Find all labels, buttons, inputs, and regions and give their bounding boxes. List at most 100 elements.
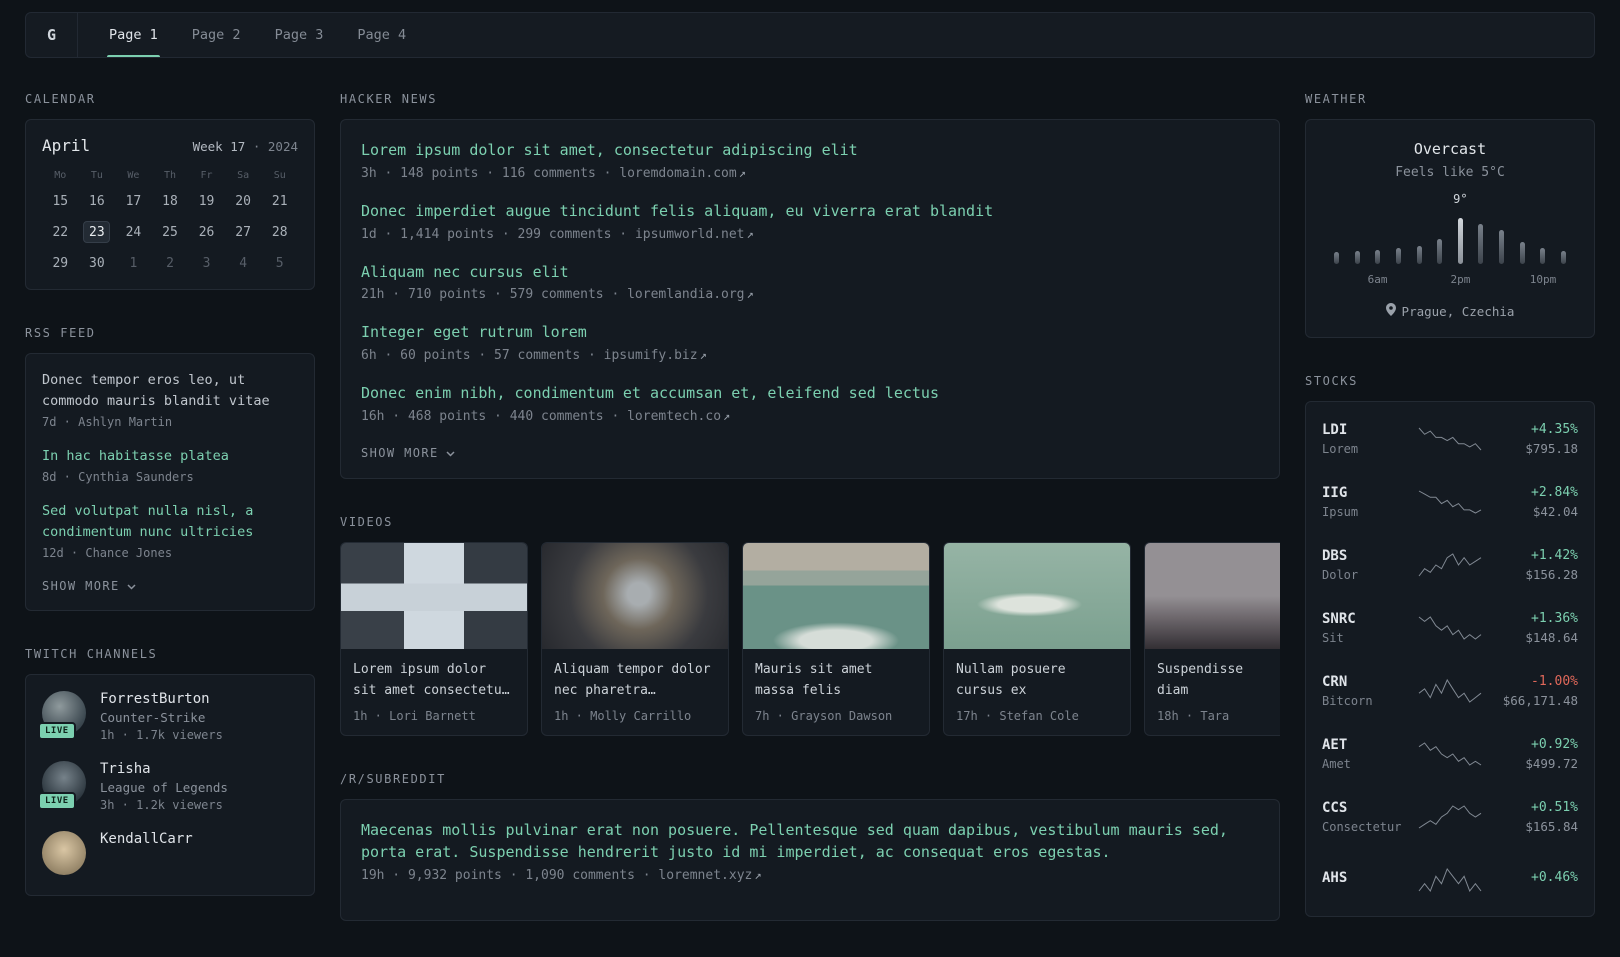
hn-item-domain-link[interactable]: ipsumify.biz [604,348,698,363]
chevron-down-icon [446,446,455,460]
subreddit-post: Maecenas mollis pulvinar erat non posuer… [361,820,1259,883]
video-title: Lorem ipsum dolor sit amet consectetu… [353,661,510,698]
calendar-week-info: Week 17 · 2024 [193,139,298,154]
rss-item-headline[interactable]: Donec tempor eros leo, ut commodo mauris… [42,370,298,412]
stock-row[interactable]: AET Amet +0.92% $499.72 [1322,722,1578,785]
stocks-title: STOCKS [1305,374,1358,388]
stock-row[interactable]: CCS Consectetur +0.51% $165.84 [1322,785,1578,848]
weather-widget: WEATHER Overcast Feels like 5°C 9° 6am 2… [1305,92,1595,338]
video-thumbnail [944,542,1130,649]
hn-item-headline[interactable]: Lorem ipsum dolor sit amet, consectetur … [361,140,1259,162]
post-headline[interactable]: Maecenas mollis pulvinar erat non posuer… [361,820,1259,864]
calendar-day: 20 [235,193,251,209]
videos-row: Lorem ipsum dolor sit amet consectetu… 1… [340,541,1280,737]
video-card[interactable]: Nullam posuere cursus ex 17h · Stefan Co… [943,541,1131,737]
hn-item-headline[interactable]: Aliquam nec cursus elit [361,262,1259,284]
hackernews-title: HACKER NEWS [340,92,438,106]
hn-show-more-button[interactable]: SHOW MORE [361,446,455,460]
tab-page-2[interactable]: Page 2 [175,13,258,57]
hn-item-domain-link[interactable]: loremlandia.org [627,287,744,302]
stock-name: Bitcorn [1322,693,1373,708]
calendar-day: 17 [125,193,142,209]
tab-page-1[interactable]: Page 1 [92,13,175,57]
subreddit-widget: /R/SUBREDDIT Maecenas mollis pulvinar er… [340,772,1280,921]
calendar-day-selected: 23 [83,221,111,243]
channel-name: Trisha [100,760,151,777]
channel-meta: 1h · 1.7k viewers [100,727,223,742]
video-card[interactable]: Aliquam tempor dolor nec pharetra… 1h · … [541,541,729,737]
stock-name: Ipsum [1322,504,1359,519]
calendar-day: 15 [52,193,69,209]
hn-item-domain-link[interactable]: loremtech.co [627,409,721,424]
rss-show-more-button[interactable]: SHOW MORE [42,579,136,593]
app-logo[interactable]: G [26,13,78,57]
weather-bar [1478,224,1484,264]
channel-info: Trisha League of Legends 3h · 1.2k viewe… [100,761,228,812]
video-title: Aliquam tempor dolor nec pharetra… [554,661,711,698]
stock-change: +0.51% [1531,799,1578,815]
hn-item-headline[interactable]: Donec enim nibh, condimentum et accumsan… [361,383,1259,405]
external-link-icon: ↗ [754,867,762,882]
stock-row[interactable]: SNRC Sit +1.36% $148.64 [1322,596,1578,659]
weather-bar [1519,242,1525,264]
stock-sparkline [1414,741,1486,767]
weather-bar [1416,246,1422,264]
stock-change: +0.46% [1531,870,1578,885]
stock-row[interactable]: DBS Dolor +1.42% $156.28 [1322,533,1578,596]
show-more-label: SHOW MORE [42,578,120,593]
twitch-channel[interactable]: LIVE ForrestBurton Counter-Strike 1h · 1… [38,690,298,742]
tab-page-4[interactable]: Page 4 [340,13,423,57]
rss-item: Donec tempor eros leo, ut commodo mauris… [42,370,298,429]
calendar-weekday: Sa [237,170,250,181]
video-meta: 1h · Lori Barnett [353,709,476,724]
rss-item-headline[interactable]: Sed volutpat nulla nisl, a condimentum n… [42,501,298,543]
stock-price: $156.28 [1525,566,1578,582]
show-more-label: SHOW MORE [361,445,439,460]
page-tabs: Page 1 Page 2 Page 3 Page 4 [92,13,423,57]
stock-ticker: AET [1322,736,1348,753]
hn-item-headline[interactable]: Donec imperdiet augue tincidunt felis al… [361,201,1259,223]
weather-time-label: 10pm [1529,273,1557,286]
videos-title: VIDEOS [340,514,393,529]
rss-item-headline[interactable]: In hac habitasse platea [42,446,298,467]
video-card[interactable]: Mauris sit amet massa felis 7h · Grayson… [742,541,930,737]
stock-id: IIG Ipsum [1322,485,1414,519]
stock-id: DBS Dolor [1322,548,1414,582]
stock-values: +1.36% $148.64 [1486,611,1578,645]
stock-ticker: SNRC [1322,610,1356,627]
post-domain-link[interactable]: loremnet.xyz [658,868,752,883]
twitch-card: LIVE ForrestBurton Counter-Strike 1h · 1… [25,673,315,896]
stock-row[interactable]: AHS +0.46% [1322,848,1578,911]
weather-bar [1395,248,1401,264]
hn-item-stats: 6h · 60 points · 57 comments · [361,348,604,363]
stock-row[interactable]: LDI Lorem +4.35% $795.18 [1322,407,1578,470]
video-info: Aliquam tempor dolor nec pharetra… 1h · … [542,649,728,736]
tab-page-3[interactable]: Page 3 [258,13,341,57]
stock-name: Dolor [1322,567,1359,582]
video-card[interactable]: Lorem ipsum dolor sit amet consectetu… 1… [340,541,528,737]
channel-name: ForrestBurton [100,690,210,707]
hn-item-meta: 21h · 710 points · 579 comments · loreml… [361,287,1259,302]
stock-price: $42.04 [1532,503,1578,519]
hn-item-headline[interactable]: Integer eget rutrum lorem [361,322,1259,344]
external-link-icon: ↗ [746,226,754,241]
stock-row[interactable]: IIG Ipsum +2.84% $42.04 [1322,470,1578,533]
stock-sparkline [1414,489,1486,515]
calendar-widget: CALENDAR April Week 17 · 2024 Mo Tu We T… [25,92,315,290]
hn-item-domain-link[interactable]: ipsumworld.net [635,227,745,242]
stock-row[interactable]: CRN Bitcorn -1.00% $66,171.48 [1322,659,1578,722]
video-thumbnail [743,542,929,649]
stock-ticker: LDI [1322,421,1348,438]
weather-bar [1354,251,1360,264]
twitch-channel[interactable]: LIVE Trisha League of Legends 3h · 1.2k … [38,760,298,812]
hn-item-domain-link[interactable]: loremdomain.com [619,166,736,181]
rss-item-meta: 7d · Ashlyn Martin [42,414,173,429]
middle-column: HACKER NEWS Lorem ipsum dolor sit amet, … [340,92,1280,957]
stock-values: +0.92% $499.72 [1486,737,1578,771]
stock-ticker: CRN [1322,673,1348,690]
stock-sparkline [1414,552,1486,578]
weather-bar [1499,230,1504,264]
separator-dot: · [252,139,261,154]
twitch-channel[interactable]: KendallCarr [42,830,298,875]
video-card[interactable]: Suspendisse diam 18h · Tara [1144,541,1280,737]
